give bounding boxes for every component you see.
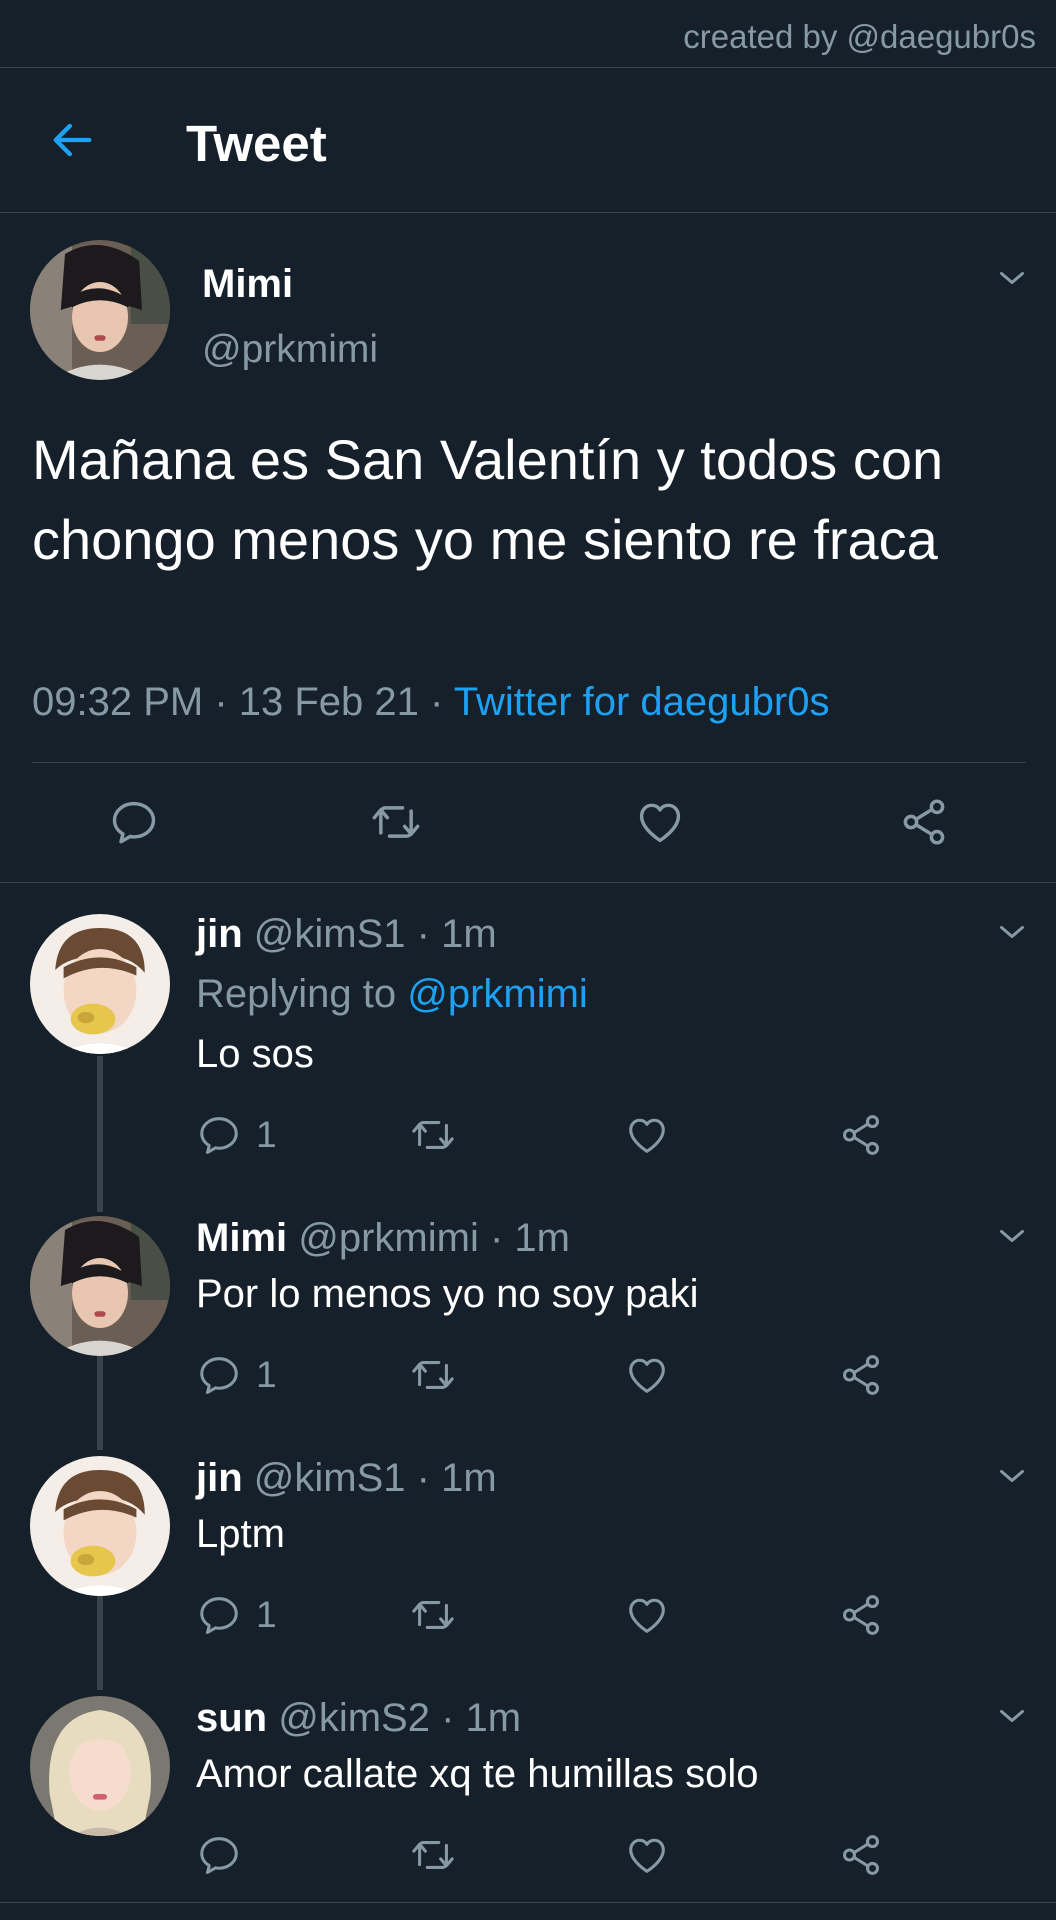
reply-count: 1: [256, 1354, 277, 1395]
reply-meta: @kimS2 · 1m: [267, 1696, 522, 1740]
heart-icon: [624, 1112, 670, 1158]
avatar[interactable]: [30, 1456, 170, 1596]
replying-to: Replying to @prkmimi: [196, 972, 588, 1017]
author-handle[interactable]: @prkmimi: [202, 328, 378, 372]
tweet-meta: 09:32 PM · 13 Feb 21 · Twitter for daegu…: [32, 680, 829, 725]
reply-icon: [196, 1112, 242, 1158]
share-button[interactable]: [838, 1352, 884, 1398]
tweet-actions: [0, 770, 1056, 882]
reply-header: jin @kimS1 · 1m: [196, 1456, 497, 1501]
retweet-icon: [410, 1352, 456, 1398]
reply-author-name[interactable]: jin: [196, 912, 243, 956]
avatar[interactable]: [30, 1696, 170, 1836]
retweet-icon: [410, 1832, 456, 1878]
header: Tweet: [0, 68, 1056, 213]
avatar[interactable]: [30, 240, 170, 380]
retweet-icon: [410, 1112, 456, 1158]
reply-meta: @prkmimi · 1m: [287, 1216, 570, 1260]
reply-author-name[interactable]: jin: [196, 1456, 243, 1500]
replying-to-label: Replying to: [196, 972, 408, 1016]
reply-icon: [196, 1352, 242, 1398]
heart-icon: [624, 1352, 670, 1398]
share-button[interactable]: [838, 1832, 884, 1878]
divider: [0, 1902, 1056, 1903]
retweet-button[interactable]: [410, 1352, 456, 1398]
reply-meta: @kimS1 · 1m: [242, 912, 497, 956]
tweet-source-link[interactable]: Twitter for daegubr0s: [454, 680, 830, 724]
credit-bar: created by @daegubr0s: [0, 0, 1056, 68]
chevron-down-icon[interactable]: [994, 260, 1030, 296]
heart-icon: [624, 1592, 670, 1638]
like-button[interactable]: [624, 1112, 670, 1158]
arrow-left-icon: [53, 123, 92, 157]
reply-count: 1: [256, 1594, 277, 1635]
reply-icon: [196, 1832, 242, 1878]
share-button[interactable]: [838, 1112, 884, 1158]
reply-header: sun @kimS2 · 1m: [196, 1696, 521, 1741]
back-button[interactable]: [46, 114, 98, 166]
reply-text: Lo sos: [196, 1032, 314, 1076]
retweet-icon: [370, 796, 422, 848]
chevron-down-icon[interactable]: [994, 914, 1030, 950]
page-title: Tweet: [186, 115, 327, 172]
retweet-button[interactable]: [370, 796, 422, 848]
reply-button[interactable]: 1: [196, 1592, 277, 1638]
reply-button[interactable]: 1: [196, 1352, 277, 1398]
like-button[interactable]: [634, 796, 686, 848]
reply-author-name[interactable]: Mimi: [196, 1216, 287, 1260]
thread-line: [97, 1056, 103, 1212]
reply-button[interactable]: [108, 796, 160, 848]
reply-icon: [108, 796, 160, 848]
replying-to-mention[interactable]: @prkmimi: [407, 972, 588, 1016]
author-name[interactable]: Mimi: [202, 262, 293, 307]
reply-text: Lptm: [196, 1512, 285, 1556]
thread-line: [97, 1596, 103, 1690]
chevron-down-icon[interactable]: [994, 1698, 1030, 1734]
credit-text: created by @daegubr0s: [683, 18, 1036, 55]
share-icon: [838, 1352, 884, 1398]
reply-button[interactable]: [196, 1832, 256, 1878]
reply-header: Mimi @prkmimi · 1m: [196, 1216, 570, 1261]
retweet-icon: [410, 1592, 456, 1638]
tweet-text: Mañana es San Valentín y todos con chong…: [32, 428, 944, 571]
share-icon: [838, 1112, 884, 1158]
reply-icon: [196, 1592, 242, 1638]
heart-icon: [634, 796, 686, 848]
chevron-down-icon[interactable]: [994, 1218, 1030, 1254]
reply-count: 1: [256, 1114, 277, 1155]
reply-header: jin @kimS1 · 1m: [196, 912, 497, 957]
tweet-time: 09:32 PM · 13 Feb 21 ·: [32, 680, 454, 724]
reply-author-name[interactable]: sun: [196, 1696, 267, 1740]
reply-text: Por lo menos yo no soy paki: [196, 1272, 699, 1316]
share-button[interactable]: [838, 1592, 884, 1638]
share-icon: [838, 1832, 884, 1878]
divider: [32, 762, 1026, 763]
reply-text: Amor callate xq te humillas solo: [196, 1752, 759, 1796]
like-button[interactable]: [624, 1592, 670, 1638]
retweet-button[interactable]: [410, 1592, 456, 1638]
heart-icon: [624, 1832, 670, 1878]
reply-meta: @kimS1 · 1m: [242, 1456, 497, 1500]
avatar[interactable]: [30, 1216, 170, 1356]
retweet-button[interactable]: [410, 1112, 456, 1158]
share-icon: [898, 796, 950, 848]
like-button[interactable]: [624, 1832, 670, 1878]
share-button[interactable]: [898, 796, 950, 848]
like-button[interactable]: [624, 1352, 670, 1398]
thread-line: [97, 1356, 103, 1450]
reply-button[interactable]: 1: [196, 1112, 277, 1158]
retweet-button[interactable]: [410, 1832, 456, 1878]
avatar[interactable]: [30, 914, 170, 1054]
share-icon: [838, 1592, 884, 1638]
chevron-down-icon[interactable]: [994, 1458, 1030, 1494]
divider: [0, 882, 1056, 883]
